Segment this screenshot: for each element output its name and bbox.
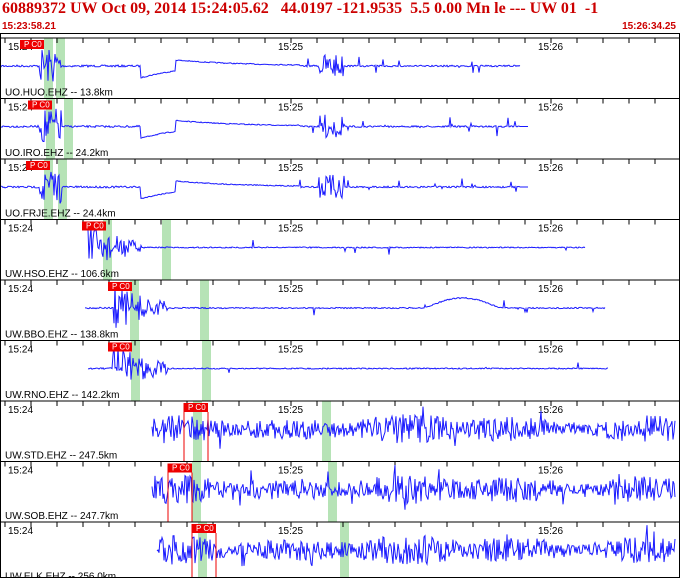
waveform	[85, 284, 606, 328]
time-label: 15:25	[278, 42, 303, 53]
event-title: 60889372 UW Oct 09, 2014 15:24:05.62 44.…	[2, 0, 599, 17]
pick-label: P C0	[188, 403, 206, 412]
time-label: 15:24	[8, 405, 33, 416]
time-label: 15:26	[538, 284, 563, 295]
pick-label: P C0	[172, 464, 190, 473]
start-time: 15:23:58.21	[2, 21, 56, 32]
waveform	[151, 406, 676, 449]
time-label: 15:25	[278, 466, 303, 477]
pick-label: P C0	[196, 524, 214, 533]
time-label: 15:24	[8, 284, 33, 295]
time-label: 15:25	[278, 224, 303, 235]
time-label: 15:25	[278, 103, 303, 114]
time-window	[200, 280, 209, 341]
station-label: UW.SOB.EHZ -- 247.7km	[5, 511, 118, 522]
pick-label: P C0	[24, 40, 42, 49]
time-label: 15:26	[538, 526, 563, 537]
time-label: 15:26	[538, 466, 563, 477]
waveform	[156, 525, 676, 567]
trace-panel[interactable]: 15:24 15:25 15:26P C0UO.FRJE.EHZ -- 24.4km	[0, 158, 680, 220]
end-time: 15:26:34.25	[622, 21, 676, 32]
trace-panel[interactable]: 15:24 15:25 15:26 P C0 UW.HSO.EHZ -- 106.6km	[0, 219, 680, 281]
time-label: 15:25	[278, 345, 303, 356]
trace-panel[interactable]: 15:24 15:25 15:26 P C0 UW.RNO.EHZ -- 142.2km	[0, 340, 680, 402]
waveform	[0, 171, 528, 204]
station-label: UO.IRO.EHZ -- 24.2km	[5, 148, 108, 159]
time-label: 15:24	[8, 345, 33, 356]
waveform	[0, 49, 521, 82]
time-label: 15:24	[8, 224, 33, 235]
time-label: 15:26	[538, 42, 563, 53]
trace-panel[interactable]: 15:24 15:25 15:26P C0UO.IRO.EHZ -- 24.2km	[0, 98, 680, 160]
pick-label: P C0	[30, 161, 48, 170]
trace-panel[interactable]: 15:24 15:25 15:26 P C0 UW.STD.EHZ -- 247.5km	[0, 400, 680, 462]
time-label: 15:24	[8, 466, 33, 477]
header: 60889372 UW Oct 09, 2014 15:24:05.62 44.…	[0, 0, 680, 32]
time-label: 15:25	[278, 405, 303, 416]
pick-label: P C0	[112, 282, 130, 291]
pick-label: P C0	[112, 343, 130, 352]
time-window	[202, 340, 211, 401]
time-label: 15:24	[8, 526, 33, 537]
waveform	[151, 464, 676, 510]
time-label: 15:26	[538, 163, 563, 174]
waveform	[87, 345, 609, 380]
trace-panel[interactable]: 15:24 15:25 15:26P C0UW.ELK.EHZ -- 256.0km	[0, 521, 680, 578]
station-label: UO.HUO.EHZ -- 13.8km	[5, 88, 113, 99]
time-window	[162, 219, 171, 280]
time-label: 15:25	[278, 163, 303, 174]
station-label: UW.BBO.EHZ -- 138.8km	[5, 330, 118, 341]
trace-panel[interactable]: 15:2415:2515:26P C0UO.HUO.EHZ -- 13.8km	[0, 37, 680, 99]
trace-panel[interactable]: 15:24 15:25 15:26 P C0 UW.BBO.EHZ -- 138.8km	[0, 279, 680, 341]
waveform	[0, 108, 528, 142]
station-label: UW.RNO.EHZ -- 142.2km	[5, 390, 119, 401]
time-label: 15:25	[278, 284, 303, 295]
time-label: 15:26	[538, 224, 563, 235]
time-label: 15:26	[538, 345, 563, 356]
plot-frame	[0, 33, 680, 578]
time-label: 15:26	[538, 103, 563, 114]
seismogram-panel: 15:24 15:25 15:26 P C0 UO.HUO.EHZ -- 13.8km 1…	[0, 33, 680, 578]
station-label: UW.HSO.EHZ -- 106.6km	[5, 269, 119, 280]
station-label: UW.STD.EHZ -- 247.5km	[5, 451, 117, 462]
station-label: UO.FRJE.EHZ -- 24.4km	[5, 209, 116, 220]
time-label: 15:26	[538, 405, 563, 416]
trace-panel[interactable]: 15:24 15:25 15:26 P C0 UW.SOB.EHZ -- 247.7km	[0, 461, 680, 523]
time-label: 15:25	[278, 526, 303, 537]
pick-label: P C0	[86, 222, 104, 231]
pick-label: P C0	[32, 101, 50, 110]
